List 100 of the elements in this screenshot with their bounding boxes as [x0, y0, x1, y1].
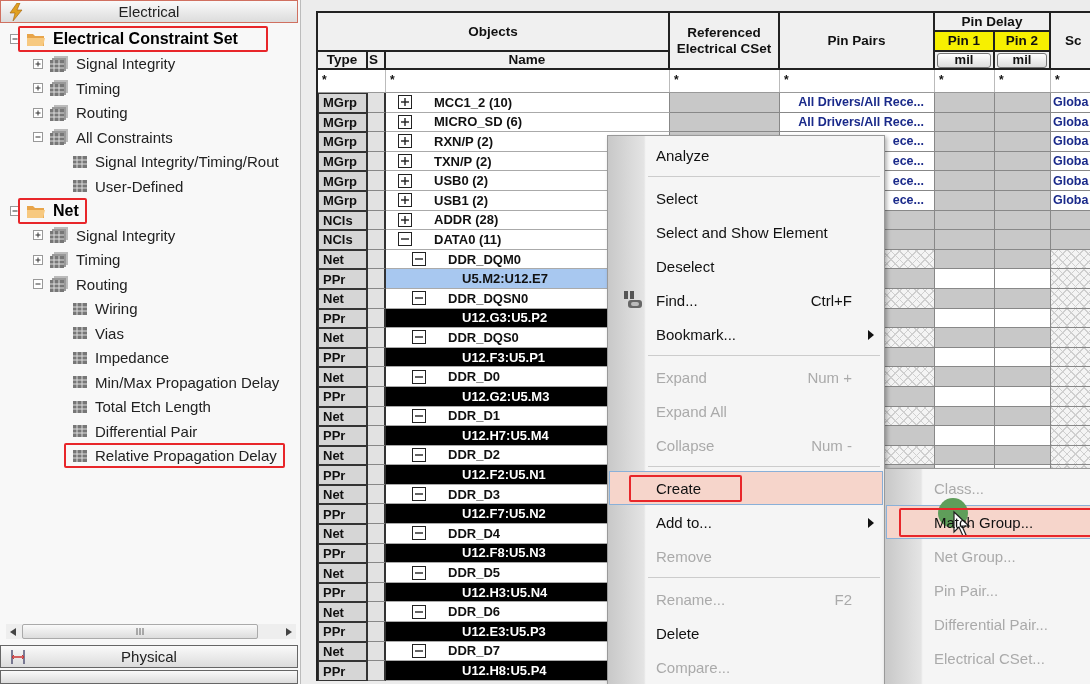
table-cell [368, 347, 386, 368]
tree-item[interactable]: Signal Integrity/Timing/Rout [72, 153, 279, 171]
collapse-icon[interactable] [412, 565, 426, 580]
filter-field[interactable]: * [670, 70, 780, 92]
grid-stack-icon [49, 103, 69, 122]
scrollbar-thumb[interactable] [22, 624, 258, 639]
table-cell[interactable]: MCC1_2 (10) [386, 93, 670, 113]
table-cell [368, 210, 386, 231]
table-cell [995, 249, 1051, 270]
tree-item[interactable]: Timing [49, 250, 121, 269]
tree-item[interactable]: All Constraints [49, 128, 173, 147]
panel-tab[interactable]: Electrical [0, 0, 298, 23]
collapse-icon[interactable] [412, 369, 426, 384]
tree-item[interactable]: Min/Max Propagation Delay [72, 373, 280, 391]
tree-item[interactable]: Relative Propagation Delay [72, 447, 277, 465]
panel-tab[interactable] [0, 670, 298, 684]
collapse-icon[interactable] [412, 291, 426, 306]
panel-tab[interactable]: Physical [0, 645, 298, 668]
tree-item[interactable]: Differential Pair [72, 422, 198, 440]
table-cell [368, 504, 386, 525]
column-header[interactable]: S [368, 52, 386, 70]
column-header[interactable]: Pin 2 [995, 32, 1051, 52]
tree-item[interactable]: Timing [49, 79, 121, 98]
unit-button[interactable]: mil [997, 52, 1047, 68]
tree-item[interactable]: User-Defined [72, 177, 184, 195]
table-cell [995, 210, 1051, 231]
expand-icon[interactable] [398, 193, 412, 208]
column-header[interactable]: Type [318, 52, 368, 70]
binoculars-icon [621, 290, 644, 310]
tree-item[interactable]: Wiring [72, 300, 138, 318]
column-header[interactable]: Pin Pairs [780, 13, 935, 70]
table-cell [368, 484, 386, 505]
tree-item[interactable]: Impedance [72, 349, 170, 367]
column-header[interactable]: Sc [1051, 13, 1090, 70]
tree-item[interactable]: Net [26, 201, 79, 220]
column-header[interactable]: Referenced Electrical CSet [670, 13, 780, 70]
table-cell [995, 406, 1051, 427]
grid-icon [72, 154, 88, 169]
grid-icon [72, 350, 88, 365]
table-cell [368, 249, 386, 270]
expand-icon[interactable] [398, 154, 412, 169]
expand-icon[interactable] [398, 173, 412, 188]
table-cell: All Drivers/All Rece... [780, 93, 935, 113]
column-header[interactable]: Name [386, 52, 670, 70]
menu-item[interactable]: Create [609, 471, 883, 505]
collapse-icon[interactable] [412, 487, 426, 502]
expand-icon[interactable] [398, 212, 412, 227]
grid-icon [72, 375, 88, 390]
table-cell: Net [318, 406, 368, 427]
collapse-icon[interactable] [412, 252, 426, 267]
collapse-icon[interactable] [412, 408, 426, 423]
table-cell [368, 93, 386, 113]
table-cell [368, 269, 386, 289]
collapse-icon[interactable] [412, 330, 426, 345]
tree-item[interactable]: Signal Integrity [49, 226, 176, 245]
table-cell [368, 406, 386, 427]
filter-field[interactable]: * [386, 70, 670, 92]
table-cell [935, 132, 995, 152]
table-cell [368, 563, 386, 583]
tree-item[interactable]: Signal Integrity [49, 54, 176, 73]
unit-button[interactable]: mil [937, 52, 991, 68]
table-cell: MGrp [318, 112, 368, 133]
table-cell [995, 230, 1051, 250]
column-header: Objects [318, 13, 670, 52]
column-header[interactable]: Pin 1 [935, 32, 995, 52]
filter-field[interactable]: * [1051, 70, 1090, 92]
tree-item[interactable]: Total Etch Length [72, 398, 211, 416]
table-cell [368, 465, 386, 485]
grid-stack-icon [49, 275, 69, 294]
filter-field[interactable]: * [935, 70, 995, 92]
expand-icon[interactable] [398, 95, 412, 110]
filter-field[interactable]: * [995, 70, 1051, 92]
collapse-icon[interactable] [412, 643, 426, 658]
scroll-right-icon[interactable] [286, 627, 292, 636]
table-cell: Net [318, 445, 368, 466]
table-cell: Net [318, 367, 368, 387]
table-cell [935, 367, 995, 387]
table-cell: MGrp [318, 132, 368, 152]
collapse-icon[interactable] [398, 232, 412, 247]
expand-icon[interactable] [398, 134, 412, 149]
table-cell [935, 347, 995, 368]
collapse-icon[interactable] [412, 526, 426, 541]
collapse-icon[interactable] [412, 604, 426, 619]
filter-field[interactable]: * [780, 70, 935, 92]
table-cell: PPr [318, 269, 368, 289]
expand-icon[interactable] [398, 114, 412, 129]
tree-item[interactable]: Electrical Constraint Set [26, 30, 238, 49]
scroll-left-icon[interactable] [10, 627, 16, 636]
filter-field[interactable]: * [318, 70, 386, 92]
table-cell: NCls [318, 210, 368, 231]
table-cell [935, 210, 995, 231]
collapse-icon[interactable] [412, 448, 426, 462]
table-cell [368, 602, 386, 623]
caliper-icon [9, 648, 27, 666]
table-cell[interactable]: MICRO_SD (6) [386, 112, 670, 133]
tree-item[interactable]: Routing [49, 275, 128, 294]
scrollbar[interactable] [6, 624, 296, 639]
tree-item[interactable]: Routing [49, 103, 128, 122]
table-cell [935, 406, 995, 427]
tree-item[interactable]: Vias [72, 324, 124, 342]
